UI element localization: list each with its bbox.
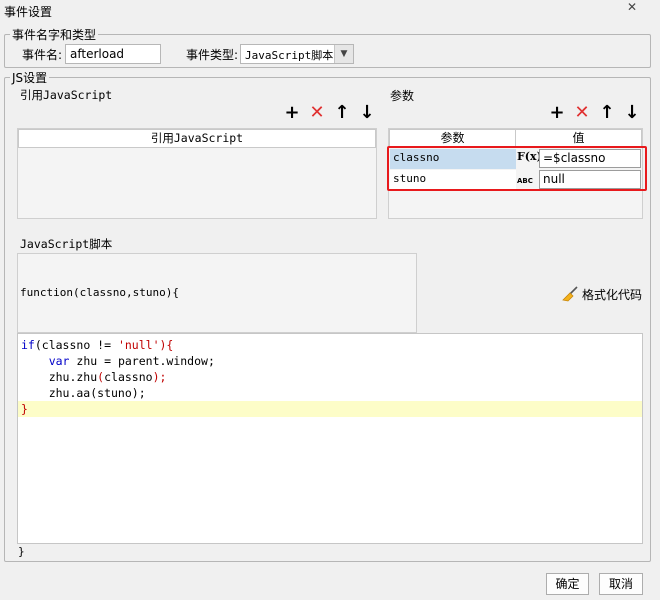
param-add-button[interactable]: + [548,104,566,122]
ok-button[interactable]: 确定 [546,573,589,595]
broom-icon [562,286,578,302]
ref-add-button[interactable]: + [283,104,301,122]
code-lines: if(classno != 'null'){ var zhu = parent.… [21,337,215,417]
code-token: zhu.zhu [21,370,98,384]
arrow-up-icon: ↑ [599,102,615,123]
code-token: if [21,338,35,352]
function-signature: function(classno,stuno){ [20,286,179,299]
code-token: zhu.aa(stuno); [21,386,146,400]
delete-x-icon: ✕ [574,102,590,123]
code-token: 'null' [117,338,160,352]
arrow-down-icon: ↓ [624,102,640,123]
event-name-input[interactable]: afterload [65,44,161,64]
ref-move-up-button[interactable]: ↑ [333,104,351,122]
plus-icon: + [549,102,565,123]
ref-js-column-header[interactable]: 引用JavaScript [18,129,376,148]
script-label: JavaScript脚本 [20,237,113,251]
param-move-down-button[interactable]: ↓ [623,104,641,122]
code-line[interactable]: zhu.aa(stuno); [21,385,215,401]
event-group-legend: 事件名字和类型 [10,26,99,43]
param-move-up-button[interactable]: ↑ [598,104,616,122]
function-signature-panel: function(classno,stuno){ [17,253,417,333]
title-bar [0,0,660,20]
event-type-select[interactable]: JavaScript脚本 ▼ [240,44,354,64]
code-token: ){ [159,338,174,352]
code-line[interactable]: zhu.zhu(classno); [21,369,215,385]
cancel-button[interactable]: 取消 [599,573,643,595]
param-label: 参数 [390,89,415,103]
format-code-label: 格式化代码 [582,288,643,302]
code-token: var [48,354,70,368]
js-group-legend: JS设置 [10,69,50,86]
plus-icon: + [284,102,300,123]
close-icon: ✕ [626,0,638,14]
event-type-value: JavaScript脚本 [245,49,334,62]
close-button[interactable]: ✕ [612,0,652,14]
ref-js-label: 引用JavaScript [20,88,113,102]
closing-brace: } [18,545,25,558]
code-token: } [21,402,28,416]
param-delete-button[interactable]: ✕ [573,104,591,122]
chevron-down-icon[interactable]: ▼ [334,45,353,63]
window-title: 事件设置 [4,5,53,19]
code-line[interactable]: var zhu = parent.window; [21,353,215,369]
ref-delete-button[interactable]: ✕ [308,104,326,122]
code-token: zhu = parent.window; [69,354,215,368]
delete-x-icon: ✕ [309,102,325,123]
arrow-up-icon: ↑ [334,102,350,123]
code-token: (classno != [34,338,118,352]
event-name-label: 事件名: [22,48,63,62]
code-token: classno [104,370,153,384]
code-line[interactable]: if(classno != 'null'){ [21,337,215,353]
event-type-label: 事件类型: [186,48,239,62]
highlight-box [387,146,647,191]
ref-js-table[interactable]: 引用JavaScript [17,128,377,219]
code-token: ); [152,370,167,384]
ref-move-down-button[interactable]: ↓ [358,104,376,122]
arrow-down-icon: ↓ [359,102,375,123]
code-line[interactable]: } [21,401,215,417]
code-editor[interactable]: if(classno != 'null'){ var zhu = parent.… [17,333,643,544]
